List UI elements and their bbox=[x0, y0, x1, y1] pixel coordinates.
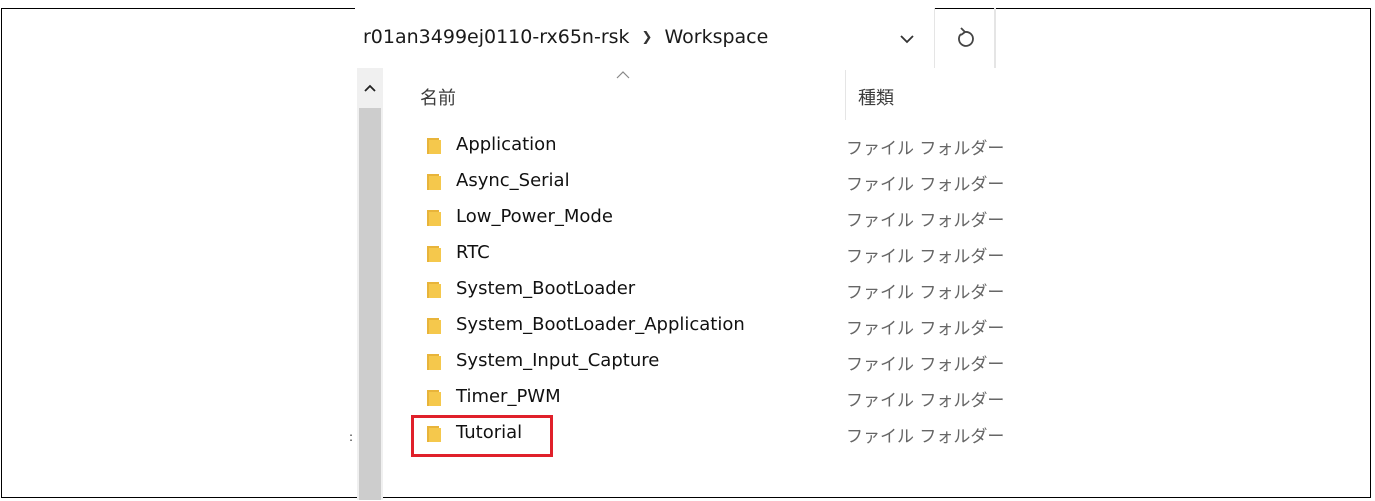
file-row[interactable]: Low_Power_Mode ファイル フォルダー bbox=[383, 200, 1023, 236]
folder-icon bbox=[427, 138, 441, 154]
folder-icon bbox=[427, 354, 441, 370]
file-type: ファイル フォルダー bbox=[846, 391, 1005, 411]
highlight-box bbox=[411, 415, 553, 457]
file-name[interactable]: RTC bbox=[456, 242, 490, 263]
address-bar: r01an3499ej0110-rx65n-rsk ❯ Workspace bbox=[355, 8, 1017, 68]
file-name[interactable]: Low_Power_Mode bbox=[456, 206, 613, 227]
file-type: ファイル フォルダー bbox=[846, 283, 1005, 303]
column-divider[interactable] bbox=[845, 70, 846, 120]
file-type: ファイル フォルダー bbox=[846, 139, 1005, 159]
breadcrumb-current[interactable]: Workspace bbox=[664, 26, 768, 48]
sort-ascending-icon bbox=[616, 71, 630, 79]
folder-icon bbox=[427, 318, 441, 334]
file-type: ファイル フォルダー bbox=[846, 247, 1005, 267]
scroll-thumb[interactable] bbox=[359, 108, 381, 500]
file-row[interactable]: Async_Serial ファイル フォルダー bbox=[383, 164, 1023, 200]
file-row[interactable]: RTC ファイル フォルダー bbox=[383, 236, 1023, 272]
file-name[interactable]: System_BootLoader bbox=[456, 278, 635, 299]
file-type: ファイル フォルダー bbox=[846, 319, 1005, 339]
file-type: ファイル フォルダー bbox=[846, 211, 1005, 231]
folder-icon bbox=[427, 174, 441, 190]
file-name[interactable]: Timer_PWM bbox=[456, 386, 561, 407]
file-type: ファイル フォルダー bbox=[846, 427, 1005, 447]
refresh-icon bbox=[957, 27, 974, 47]
file-name[interactable]: System_BootLoader_Application bbox=[456, 314, 745, 335]
edge-mark: : bbox=[349, 430, 354, 444]
file-row[interactable]: System_BootLoader ファイル フォルダー bbox=[383, 272, 1023, 308]
file-row[interactable]: System_Input_Capture ファイル フォルダー bbox=[383, 344, 1023, 380]
breadcrumb-parent[interactable]: r01an3499ej0110-rx65n-rsk bbox=[363, 26, 630, 48]
folder-icon bbox=[427, 246, 441, 262]
chevron-down-icon bbox=[900, 34, 914, 43]
file-type: ファイル フォルダー bbox=[846, 175, 1005, 195]
vertical-scrollbar[interactable] bbox=[357, 68, 383, 500]
refresh-button[interactable] bbox=[935, 8, 995, 68]
file-name[interactable]: Application bbox=[456, 134, 557, 155]
file-row[interactable]: Application ファイル フォルダー bbox=[383, 128, 1023, 164]
file-row[interactable]: Timer_PWM ファイル フォルダー bbox=[383, 380, 1023, 416]
breadcrumb: r01an3499ej0110-rx65n-rsk ❯ Workspace bbox=[363, 26, 768, 48]
column-header-type[interactable]: 種類 bbox=[858, 84, 894, 110]
file-name[interactable]: Async_Serial bbox=[456, 170, 570, 191]
chevron-up-icon bbox=[364, 84, 376, 92]
folder-icon bbox=[427, 282, 441, 298]
file-type: ファイル フォルダー bbox=[846, 355, 1005, 375]
scroll-up-button[interactable] bbox=[357, 68, 383, 108]
breadcrumb-separator-icon[interactable]: ❯ bbox=[642, 30, 653, 45]
folder-icon bbox=[427, 210, 441, 226]
file-row[interactable]: System_BootLoader_Application ファイル フォルダー bbox=[383, 308, 1023, 344]
folder-icon bbox=[427, 390, 441, 406]
address-history-dropdown-button[interactable] bbox=[895, 28, 919, 50]
address-path-box[interactable]: r01an3499ej0110-rx65n-rsk ❯ Workspace bbox=[355, 8, 935, 68]
file-name[interactable]: System_Input_Capture bbox=[456, 350, 659, 371]
column-header-name[interactable]: 名前 bbox=[420, 84, 456, 110]
search-box-edge[interactable] bbox=[995, 8, 1017, 68]
